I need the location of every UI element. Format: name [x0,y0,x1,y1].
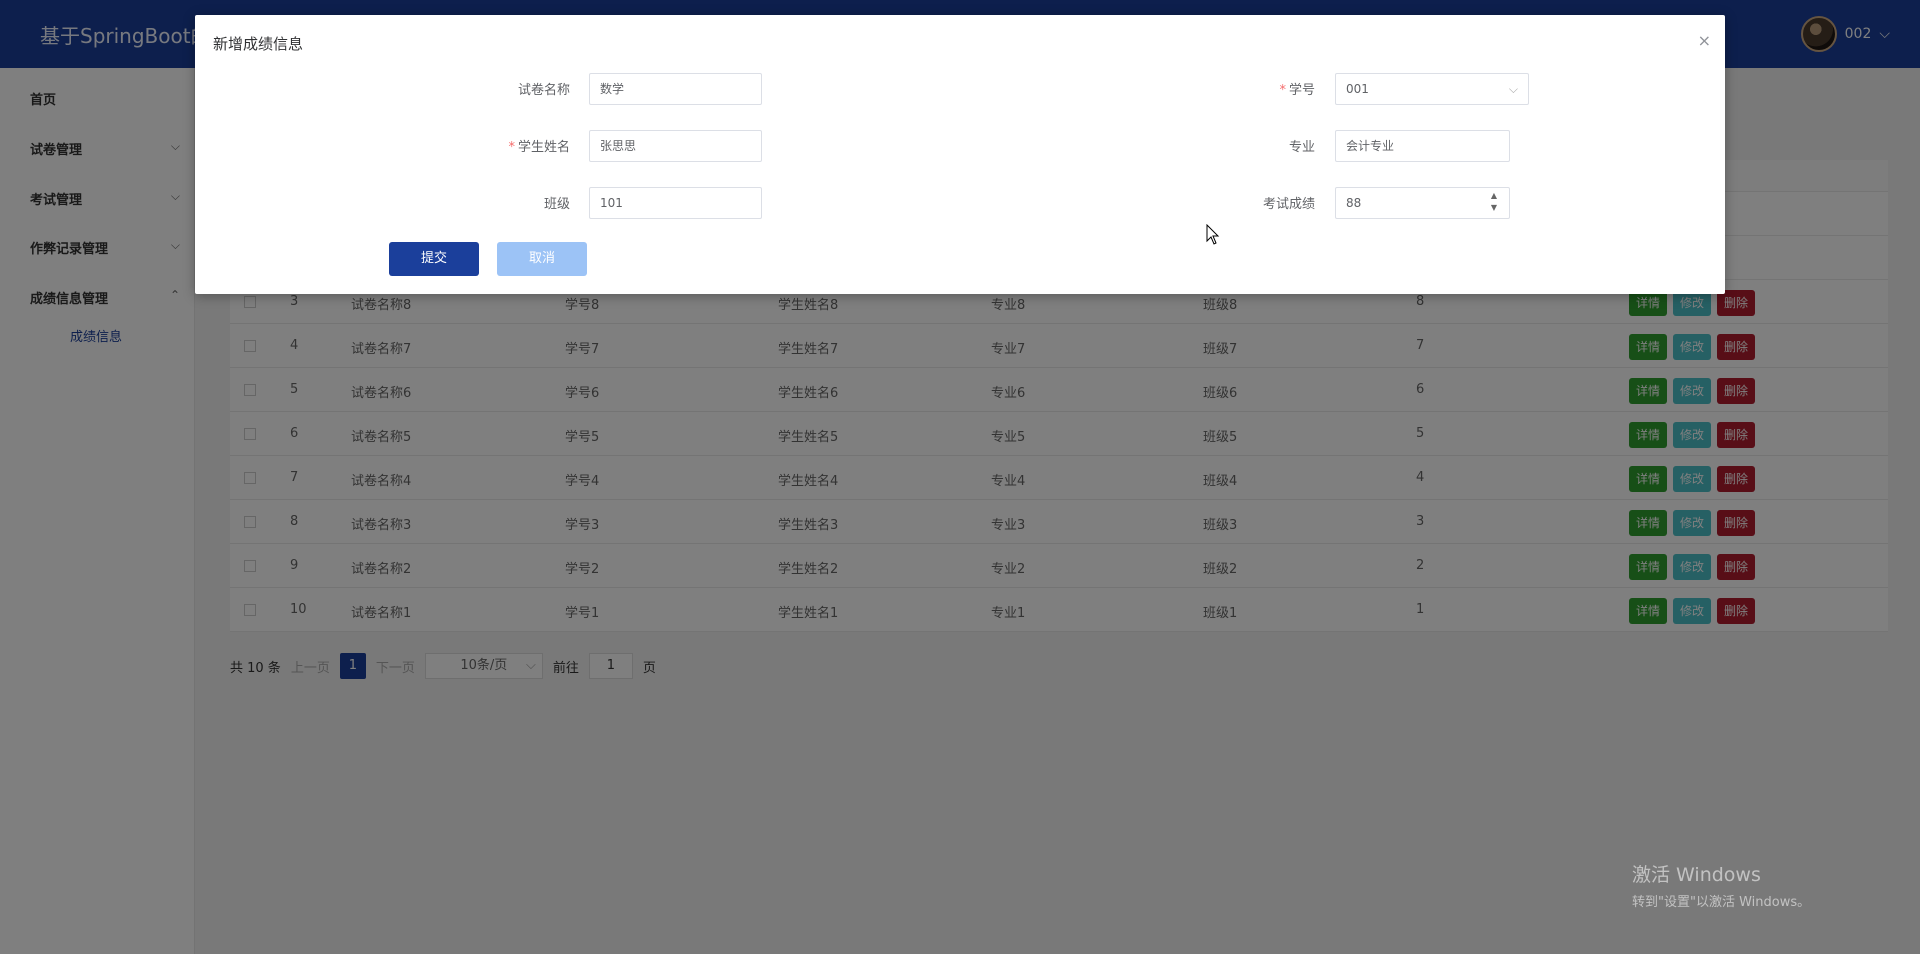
dialog-title: 新增成绩信息 [213,35,304,53]
student-id-label: * 学号 [1279,83,1315,98]
chevron-down-icon: ⌵ [1508,82,1518,96]
add-score-dialog: 新增成绩信息 × 试卷名称 数学 * 学生姓名 张思思 班级 101 * 学号 00… [195,15,1725,294]
major-input[interactable]: 会计专业 [1335,130,1510,162]
close-icon[interactable]: × [1698,31,1711,50]
paper-name-input[interactable]: 数学 [589,73,762,105]
class-label: 班级 [543,197,570,212]
score-number-input[interactable]: 88 ▲ ▼ [1335,187,1510,219]
student-name-label: * 学生姓名 [508,140,570,155]
windows-activation-watermark: 激活 Windows 转到"设置"以激活 Windows。 [1632,864,1811,910]
submit-button[interactable]: 提交 [389,242,479,276]
student-name-input[interactable]: 张思思 [589,130,762,162]
score-label: 考试成绩 [1262,197,1315,212]
major-label: 专业 [1288,140,1315,155]
stepper-arrows-icon[interactable]: ▲ ▼ [1491,190,1497,214]
student-id-select[interactable]: 001 ⌵ [1335,73,1529,105]
paper-name-label: 试卷名称 [517,83,570,98]
mouse-cursor-icon [1206,224,1220,245]
class-input[interactable]: 101 [589,187,762,219]
cancel-button[interactable]: 取消 [497,242,587,276]
